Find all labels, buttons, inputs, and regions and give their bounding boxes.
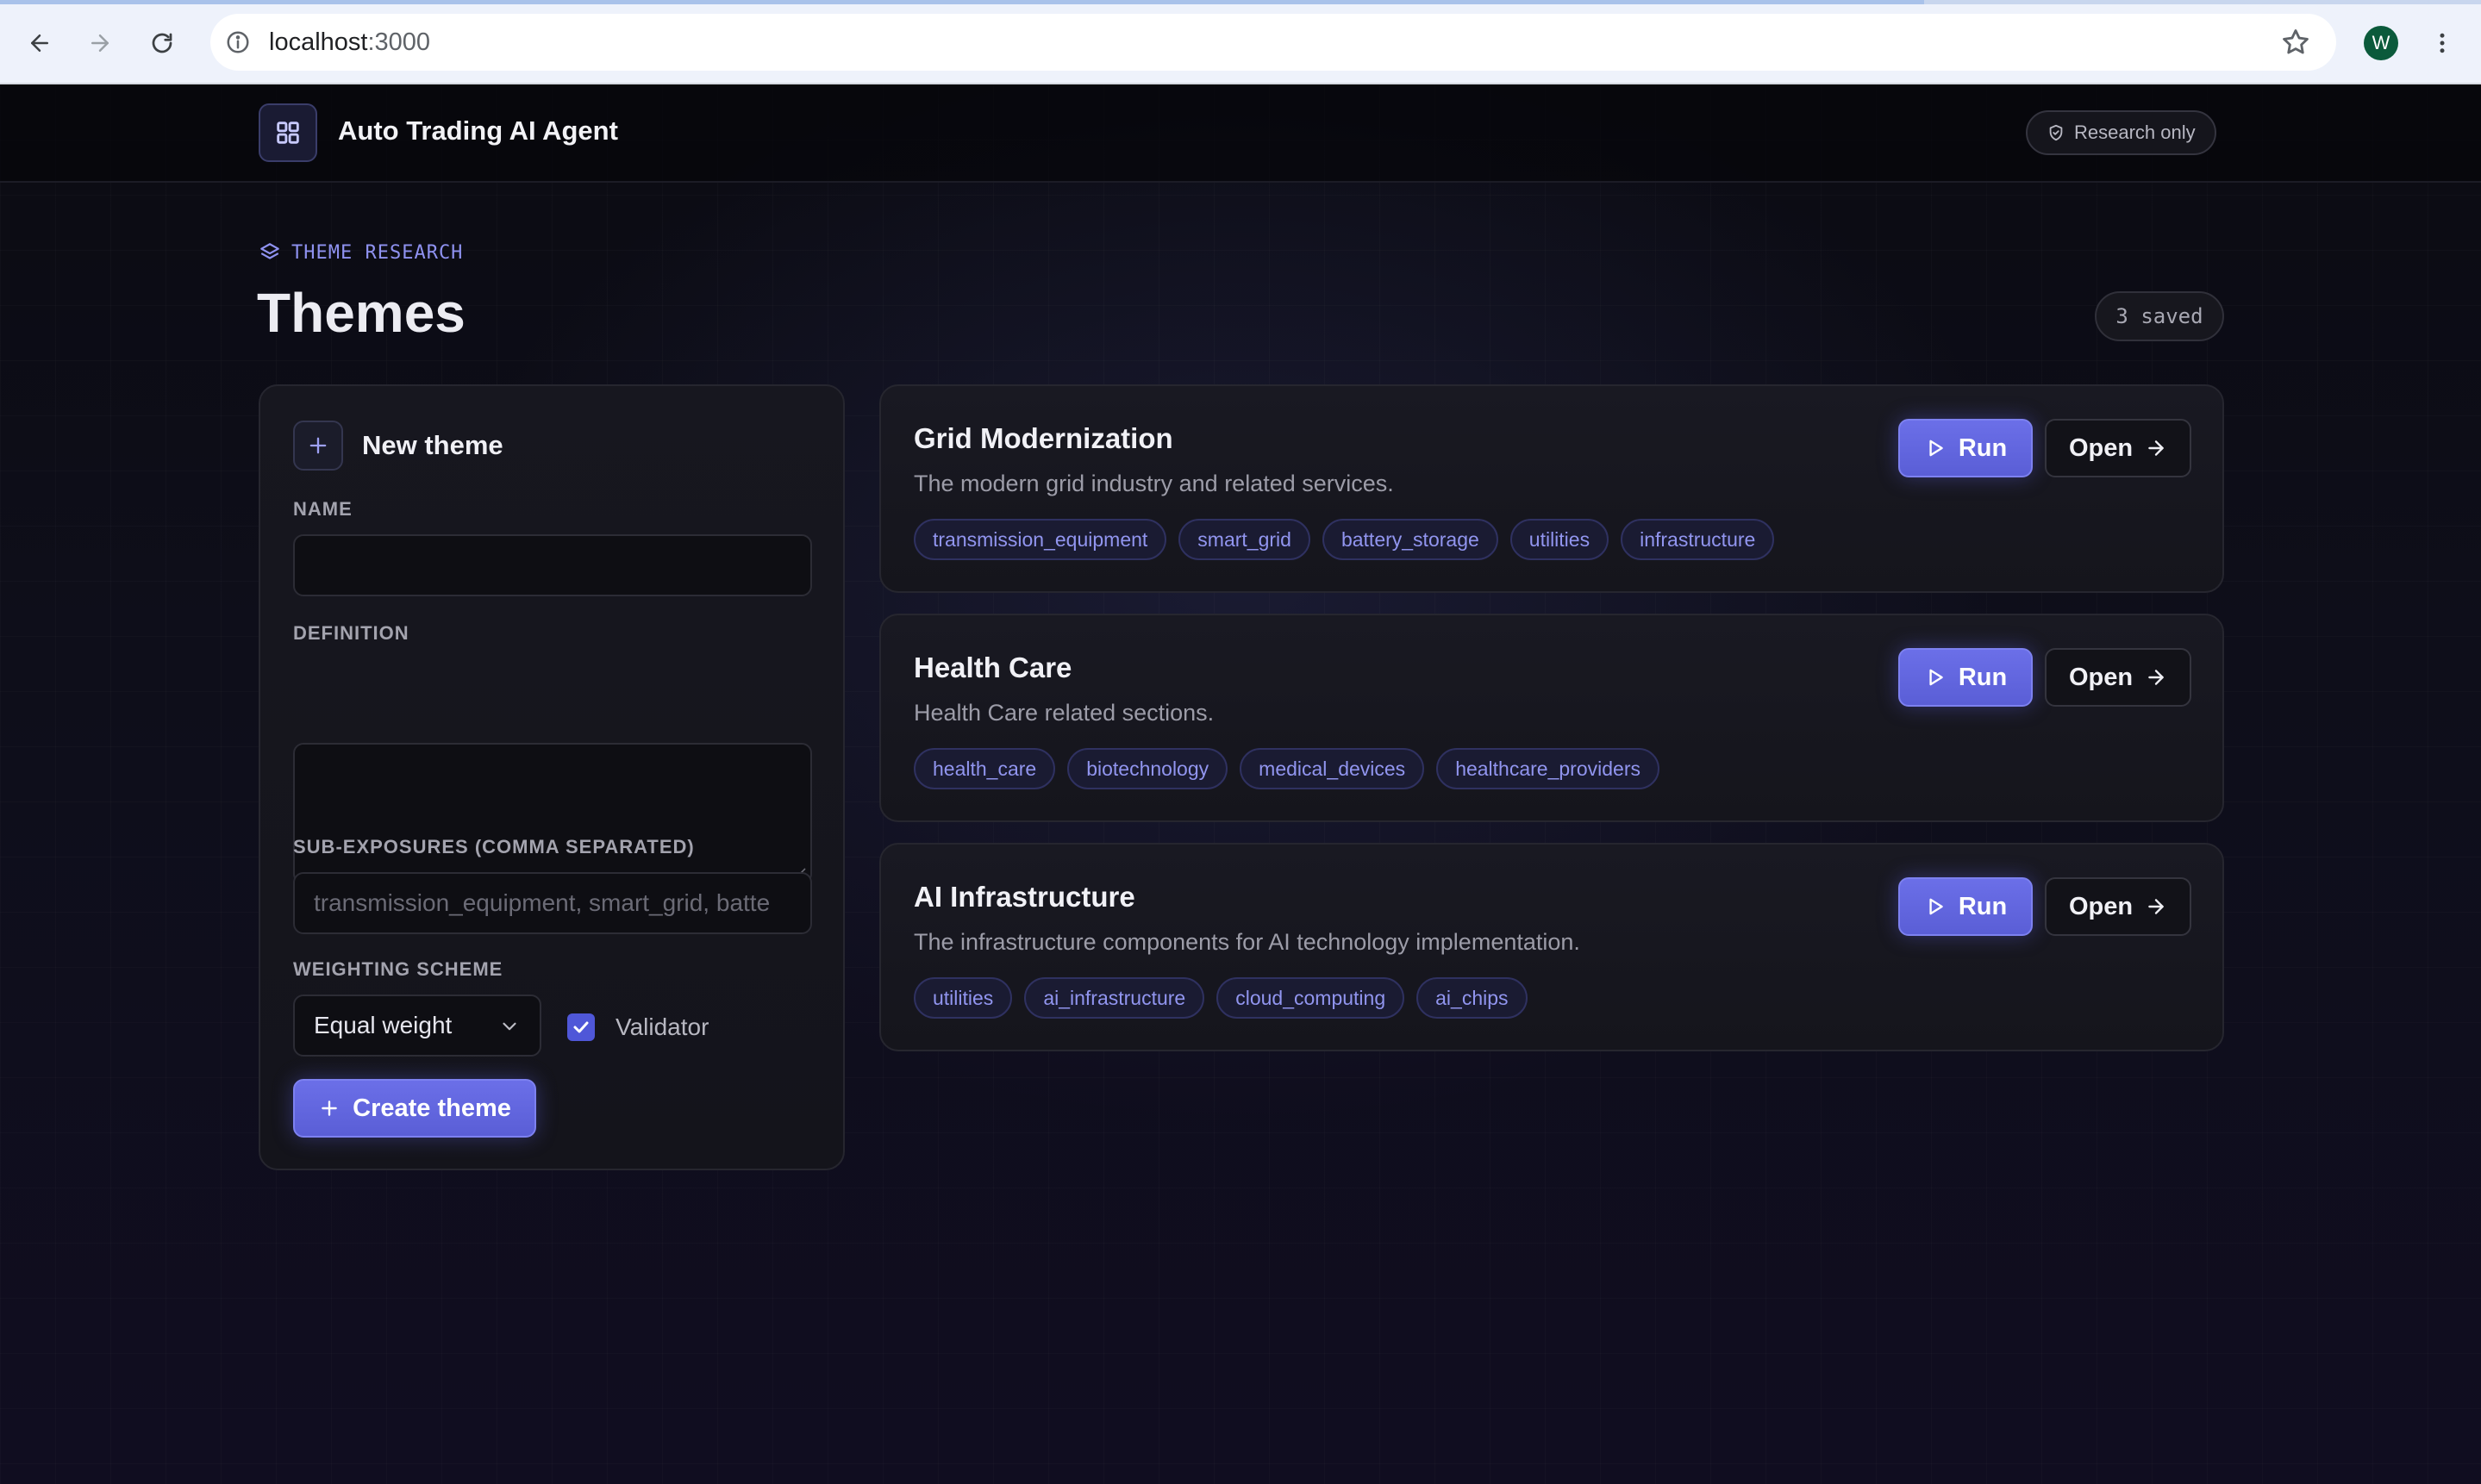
browser-menu-icon[interactable] (2429, 26, 2455, 60)
section-eyebrow: THEME RESEARCH (259, 241, 463, 264)
reload-icon (152, 33, 172, 53)
open-label: Open (2068, 892, 2134, 920)
tag: ai_infrastructure (1024, 977, 1205, 1019)
theme-description: The modern grid industry and related ser… (914, 471, 1394, 496)
check-icon (573, 1021, 589, 1033)
profile-avatar[interactable]: W (2364, 26, 2398, 60)
page-title: Themes (257, 282, 466, 344)
play-icon (1929, 898, 1943, 915)
loading-bar (0, 0, 1924, 4)
app-title: Auto Trading AI Agent (338, 115, 618, 146)
name-label: NAME (293, 498, 353, 520)
tag: infrastructure (1621, 519, 1775, 560)
saved-count-badge: 3 saved (2095, 291, 2224, 341)
shield-check-icon (2049, 124, 2063, 141)
create-theme-button[interactable]: Create theme (293, 1079, 536, 1138)
forward-button[interactable] (78, 21, 122, 65)
open-button[interactable]: Open (2045, 648, 2191, 707)
url-text: localhost:3000 (269, 28, 430, 57)
tag: transmission_equipment (914, 519, 1167, 560)
tag: cloud_computing (1216, 977, 1405, 1019)
run-label: Run (1958, 433, 2008, 462)
validator-checkbox[interactable] (567, 1013, 595, 1041)
back-button[interactable] (17, 21, 62, 65)
name-input[interactable] (293, 534, 812, 596)
tag: utilities (914, 977, 1013, 1019)
theme-card-health-care: Health Care Health Care related sections… (879, 614, 2224, 822)
theme-description: Health Care related sections. (914, 700, 1215, 726)
new-theme-form: New theme NAME DEFINITION SUB-EXPOSURES … (259, 384, 845, 1170)
plus-icon (322, 1101, 337, 1116)
tag: utilities (1509, 519, 1609, 560)
run-button[interactable]: Run (1898, 877, 2033, 936)
open-button[interactable]: Open (2045, 877, 2191, 936)
research-only-badge: Research only (2026, 110, 2216, 155)
run-button[interactable]: Run (1898, 648, 2033, 707)
play-icon (1929, 440, 1943, 457)
eyebrow-label: THEME RESEARCH (291, 241, 464, 264)
chevron-down-icon (503, 1022, 516, 1031)
arrow-right-icon (2148, 670, 2164, 685)
theme-name: Grid Modernization (914, 422, 1173, 454)
arrow-right-icon (2148, 899, 2164, 914)
theme-tags: utilities ai_infrastructure cloud_comput… (914, 977, 1528, 1019)
tag: health_care (914, 748, 1056, 789)
definition-label: DEFINITION (293, 622, 409, 644)
reload-button[interactable] (140, 21, 184, 65)
definition-textarea[interactable] (293, 743, 812, 884)
form-header: New theme (293, 421, 503, 471)
tag: medical_devices (1240, 748, 1425, 789)
weighting-selected-value: Equal weight (314, 1012, 453, 1038)
grid-icon (277, 122, 299, 144)
arrow-right-icon (91, 34, 109, 52)
run-label: Run (1958, 892, 2008, 920)
weighting-select[interactable]: Equal weight (293, 995, 541, 1057)
theme-name: AI Infrastructure (914, 881, 1135, 913)
theme-card-grid-modernization: Grid Modernization The modern grid indus… (879, 384, 2224, 593)
url-host: localhost (269, 28, 368, 56)
url-port: :3000 (367, 28, 431, 56)
open-label: Open (2068, 663, 2134, 691)
weighting-label: WEIGHTING SCHEME (293, 958, 503, 980)
tag: smart_grid (1178, 519, 1310, 560)
arrow-left-icon (31, 34, 48, 52)
tag: healthcare_providers (1436, 748, 1659, 789)
theme-description: The infrastructure components for AI tec… (914, 929, 1580, 955)
create-theme-label: Create theme (353, 1094, 511, 1122)
theme-tags: transmission_equipment smart_grid batter… (914, 519, 1775, 560)
app-logo[interactable] (259, 103, 317, 162)
theme-name: Health Care (914, 652, 1072, 683)
run-button[interactable]: Run (1898, 419, 2033, 477)
subexposures-label: SUB-EXPOSURES (COMMA SEPARATED) (293, 836, 695, 857)
plus-icon-box (293, 421, 343, 471)
bookmark-star-icon[interactable] (2279, 26, 2312, 59)
tag: battery_storage (1322, 519, 1498, 560)
arrow-right-icon (2148, 440, 2164, 456)
form-title: New theme (362, 430, 503, 460)
theme-card-ai-infrastructure: AI Infrastructure The infrastructure com… (879, 843, 2224, 1051)
layers-icon (260, 243, 279, 259)
tag: ai_chips (1416, 977, 1528, 1019)
open-button[interactable]: Open (2045, 419, 2191, 477)
plus-icon (309, 437, 327, 454)
play-icon (1929, 669, 1943, 686)
theme-tags: health_care biotechnology medical_device… (914, 748, 1659, 789)
site-info-icon[interactable] (222, 27, 253, 58)
validator-label: Validator (616, 1013, 709, 1040)
app-header: Auto Trading AI Agent Research only (0, 84, 2481, 183)
browser-toolbar: localhost:3000 W (0, 0, 2481, 84)
research-badge-label: Research only (2074, 122, 2196, 143)
subexposures-input[interactable] (293, 872, 812, 934)
run-label: Run (1958, 663, 2008, 691)
tag: biotechnology (1067, 748, 1228, 789)
app-root: Auto Trading AI Agent Research only THEM… (0, 84, 2481, 1484)
open-label: Open (2068, 433, 2134, 462)
address-bar[interactable]: localhost:3000 (210, 14, 2336, 71)
